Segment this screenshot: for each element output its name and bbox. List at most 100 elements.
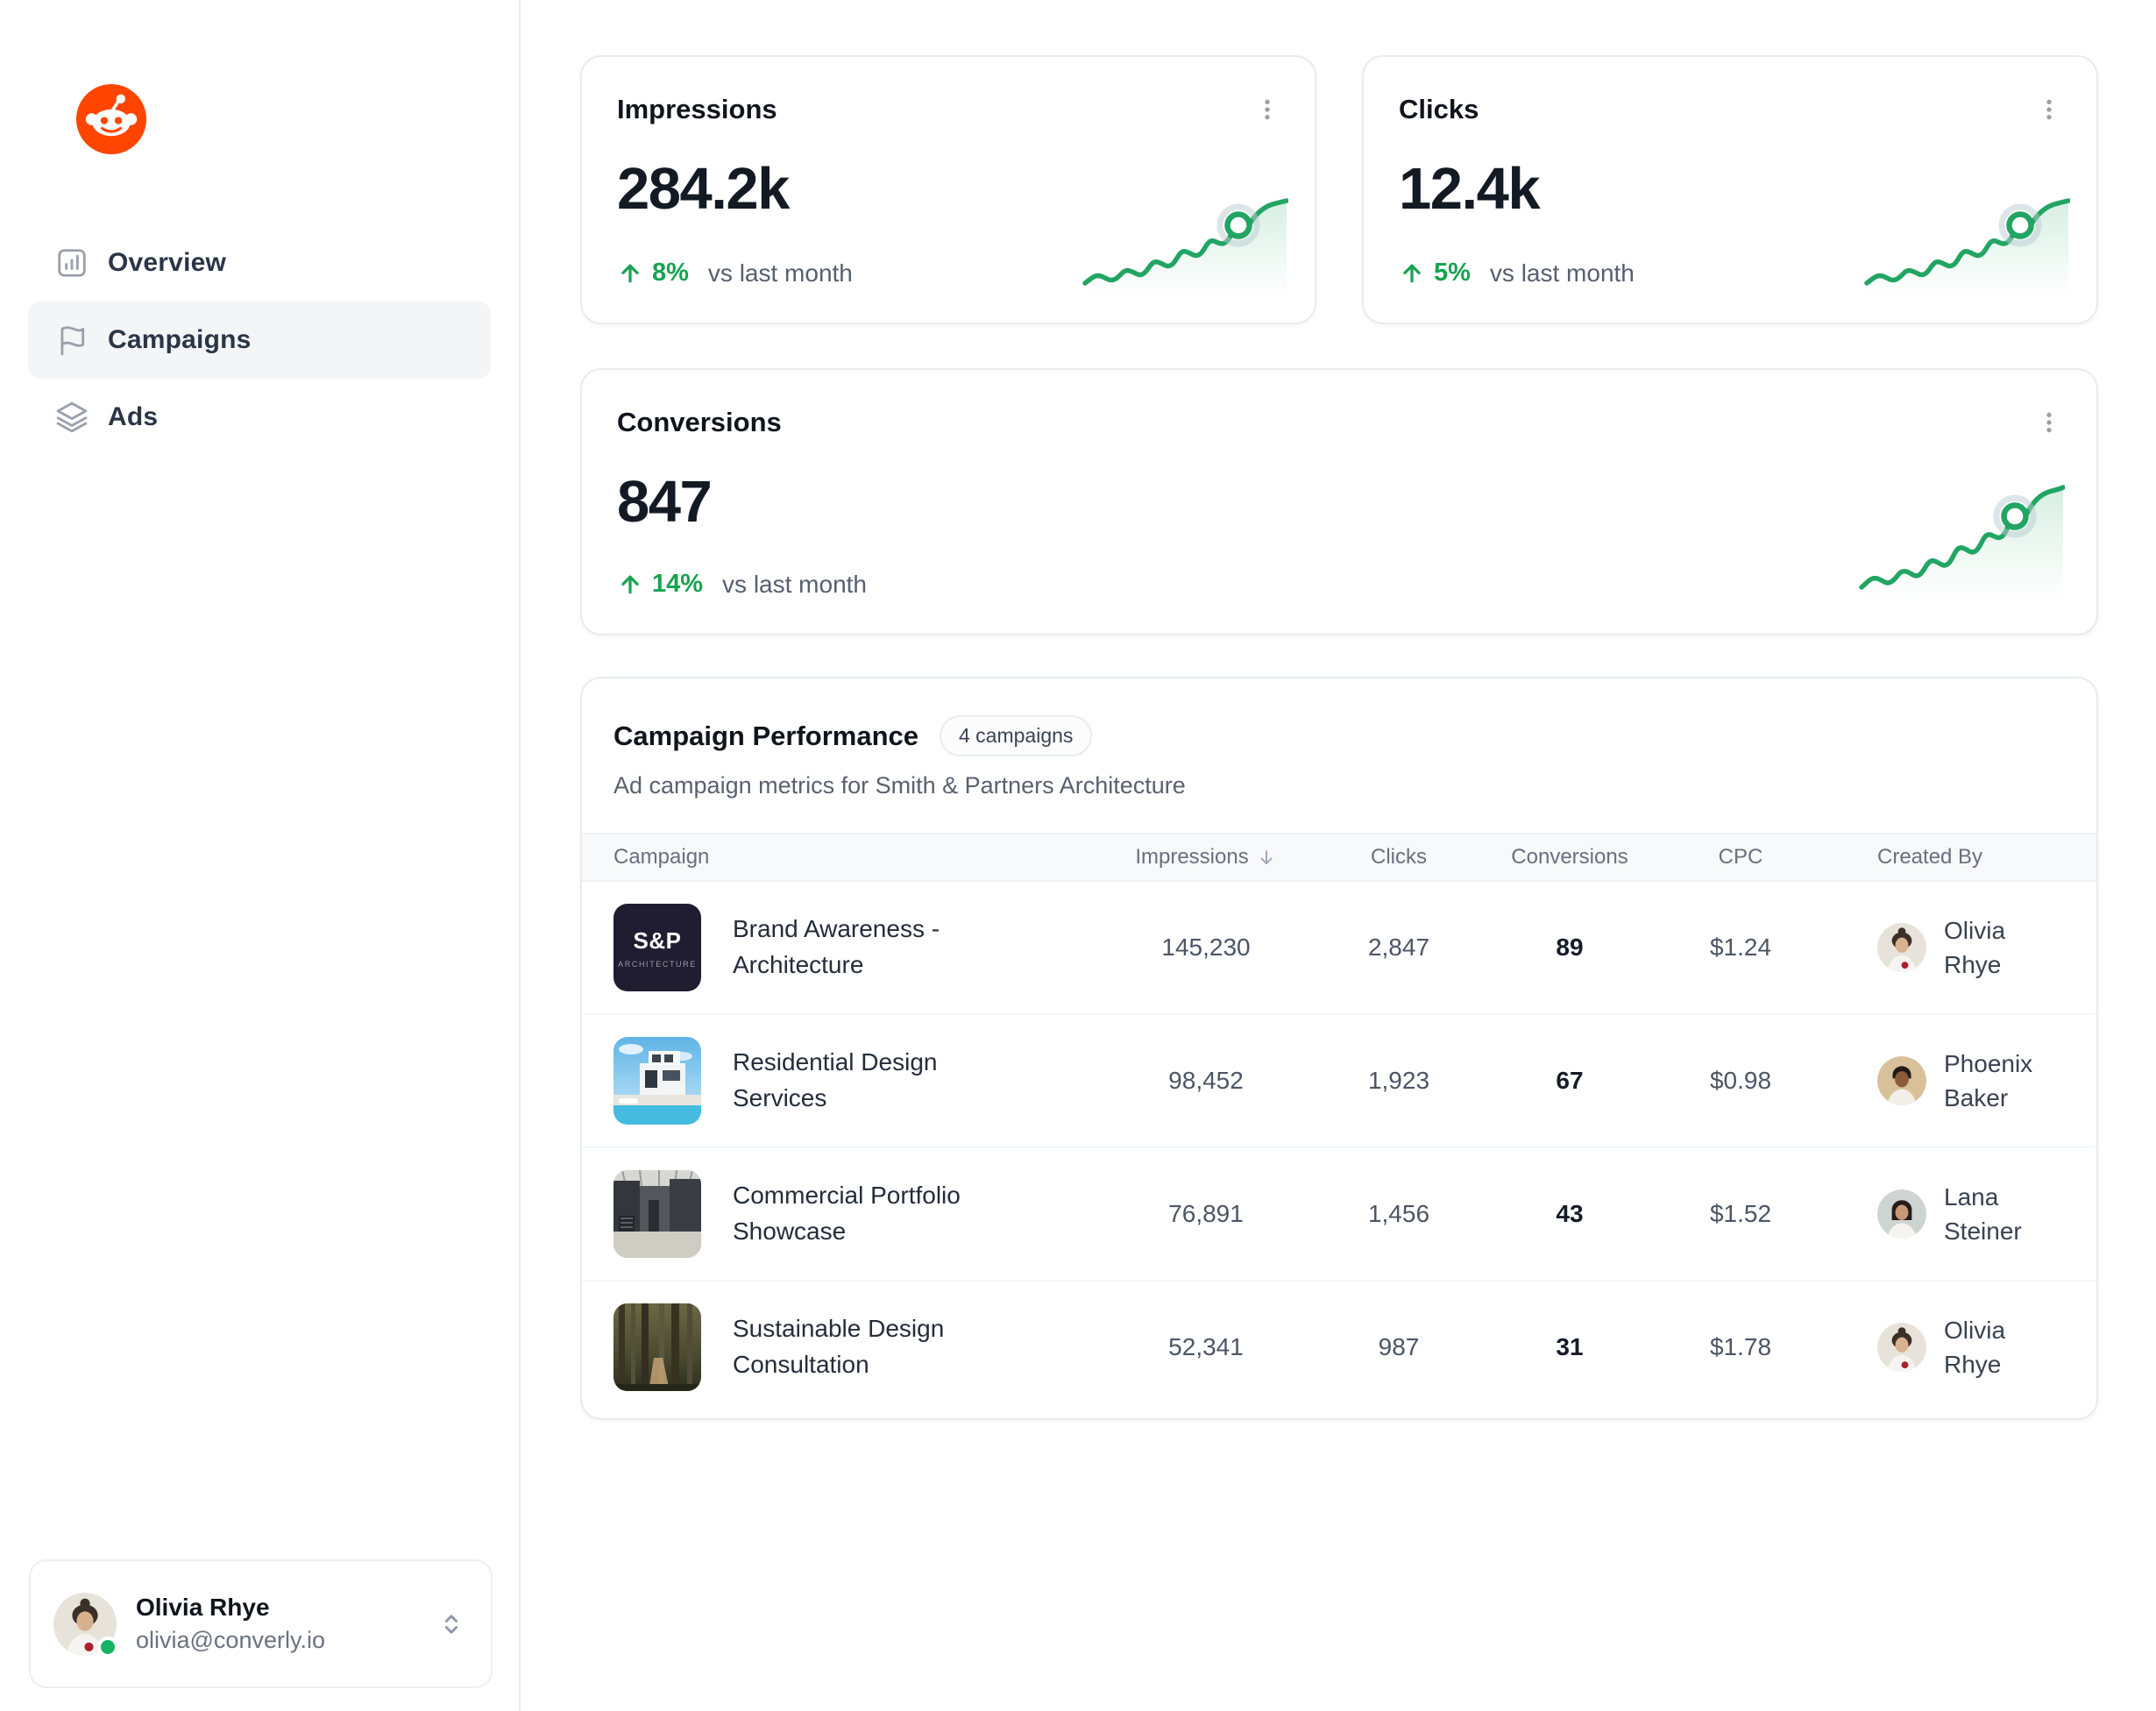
campaign-thumbnail-forest: [613, 1303, 701, 1391]
change-suffix: vs last month: [722, 571, 867, 599]
stat-title: Conversions: [617, 407, 2061, 438]
layers-icon: [55, 401, 89, 434]
created-by-cell: Olivia Rhye: [1828, 1313, 2065, 1381]
main-content: Impressions 284.2k 8% vs last month: [521, 0, 2156, 1711]
campaign-name: Residential Design Services: [733, 1045, 996, 1116]
chevrons-up-down-icon[interactable]: [436, 1609, 466, 1639]
kebab-icon: [1253, 96, 1281, 124]
user-email: olivia@converly.io: [136, 1627, 325, 1654]
stat-change: 5% vs last month: [1399, 259, 1635, 288]
avatar-phoenix-baker: [1877, 1056, 1926, 1105]
clicks-value: 987: [1311, 1333, 1486, 1361]
stat-change: 8% vs last month: [617, 259, 853, 288]
created-by-name: Phoenix Baker: [1944, 1047, 2065, 1115]
conversions-value: 31: [1486, 1333, 1653, 1361]
change-percent: 8%: [652, 259, 689, 288]
sidebar-item-overview[interactable]: Overview: [28, 224, 491, 302]
cpc-value: $1.24: [1653, 934, 1828, 962]
created-by-name: Olivia Rhye: [1944, 1313, 2065, 1381]
conversions-value: 67: [1486, 1067, 1653, 1095]
user-meta: Olivia Rhye olivia@converly.io: [136, 1594, 325, 1654]
sidebar-nav: Overview Campaigns: [28, 224, 491, 456]
stat-card-clicks: Clicks 12.4k 5% vs last month: [1362, 55, 2098, 324]
cpc-value: $1.52: [1653, 1200, 1828, 1228]
sidebar-item-campaigns[interactable]: Campaigns: [28, 302, 491, 379]
created-by-cell: Lana Steiner: [1828, 1180, 2065, 1248]
sidebar-item-ads[interactable]: Ads: [28, 379, 491, 456]
stats-row: Impressions 284.2k 8% vs last month: [580, 55, 2098, 324]
trend-up-arrow-icon: [1399, 260, 1425, 287]
stat-card-impressions: Impressions 284.2k 8% vs last month: [580, 55, 1316, 324]
campaign-thumbnail-gallery-interior: [613, 1170, 701, 1258]
column-header-campaign: Campaign: [613, 845, 1101, 870]
campaign-thumbnail-sp-logo: S&P ARCHITECTURE: [613, 904, 701, 991]
user-name: Olivia Rhye: [136, 1594, 325, 1622]
created-by-cell: Olivia Rhye: [1828, 913, 2065, 982]
trend-up-arrow-icon: [617, 572, 643, 598]
bar-chart-icon: [55, 246, 89, 280]
campaign-cell: S&P ARCHITECTURE Brand Awareness - Archi…: [613, 904, 1101, 991]
clicks-value: 2,847: [1311, 934, 1486, 962]
reddit-logo[interactable]: [76, 84, 146, 154]
campaign-thumbnail-modern-house: [613, 1037, 701, 1125]
section-title: Campaign Performance: [613, 721, 918, 752]
conversions-value: 89: [1486, 934, 1653, 962]
stat-title: Clicks: [1399, 94, 2061, 125]
campaign-name: Commercial Portfolio Showcase: [733, 1178, 996, 1249]
sidebar-item-label: Overview: [108, 248, 226, 278]
campaign-count-badge: 4 campaigns: [940, 715, 1092, 756]
column-header-impressions[interactable]: Impressions: [1101, 845, 1311, 870]
avatar-olivia-rhye: [1877, 923, 1926, 972]
table-row[interactable]: Sustainable Design Consultation 52,341 9…: [582, 1281, 2096, 1413]
user-avatar: [53, 1593, 117, 1656]
created-by-cell: Phoenix Baker: [1828, 1047, 2065, 1115]
avatar-lana-steiner: [1877, 1189, 1926, 1239]
stat-value: 847: [617, 468, 2061, 536]
conversions-value: 43: [1486, 1200, 1653, 1228]
avatar-olivia-rhye: [1877, 1323, 1926, 1372]
campaign-name: Brand Awareness - Architecture: [733, 912, 996, 983]
campaign-cell: Sustainable Design Consultation: [613, 1303, 1101, 1391]
flag-icon: [55, 323, 89, 357]
table-row[interactable]: Commercial Portfolio Showcase 76,891 1,4…: [582, 1148, 2096, 1281]
cpc-value: $0.98: [1653, 1067, 1828, 1095]
campaign-cell: Residential Design Services: [613, 1037, 1101, 1125]
reddit-snoo-icon: [76, 84, 146, 154]
campaign-name: Sustainable Design Consultation: [733, 1311, 996, 1382]
dashboard-page: Overview Campaigns: [0, 0, 2156, 1711]
impressions-value: 98,452: [1101, 1067, 1311, 1095]
change-suffix: vs last month: [1490, 259, 1635, 288]
stat-title: Impressions: [617, 94, 1280, 125]
table-row[interactable]: S&P ARCHITECTURE Brand Awareness - Archi…: [582, 882, 2096, 1015]
impressions-value: 52,341: [1101, 1333, 1311, 1361]
online-status-dot: [97, 1636, 118, 1658]
change-percent: 14%: [652, 570, 703, 599]
sparkline-chart: [1859, 482, 2065, 600]
impressions-value: 76,891: [1101, 1200, 1311, 1228]
section-subtitle: Ad campaign metrics for Smith & Partners…: [613, 772, 2065, 799]
sidebar: Overview Campaigns: [0, 0, 521, 1711]
change-suffix: vs last month: [708, 259, 853, 288]
column-header-clicks: Clicks: [1311, 845, 1486, 870]
trend-up-arrow-icon: [617, 260, 643, 287]
created-by-name: Lana Steiner: [1944, 1180, 2065, 1248]
sparkline-chart: [1864, 195, 2070, 296]
kebab-menu-button[interactable]: [1246, 89, 1288, 131]
campaign-performance-card: Campaign Performance 4 campaigns Ad camp…: [580, 677, 2098, 1420]
user-menu[interactable]: Olivia Rhye olivia@converly.io: [29, 1559, 493, 1688]
kebab-menu-button[interactable]: [2028, 89, 2070, 131]
column-header-cpc: CPC: [1653, 845, 1828, 870]
sort-descending-icon: [1256, 847, 1277, 868]
kebab-menu-button[interactable]: [2028, 401, 2070, 444]
table-row[interactable]: Residential Design Services 98,452 1,923…: [582, 1015, 2096, 1148]
column-header-created-by: Created By: [1828, 845, 2065, 870]
sparkline-chart: [1082, 195, 1288, 296]
stat-change: 14% vs last month: [617, 570, 867, 599]
campaign-cell: Commercial Portfolio Showcase: [613, 1170, 1101, 1258]
kebab-icon: [2035, 408, 2063, 437]
sidebar-item-label: Campaigns: [108, 325, 252, 355]
impressions-value: 145,230: [1101, 934, 1311, 962]
created-by-name: Olivia Rhye: [1944, 913, 2065, 982]
cpc-value: $1.78: [1653, 1333, 1828, 1361]
clicks-value: 1,456: [1311, 1200, 1486, 1228]
